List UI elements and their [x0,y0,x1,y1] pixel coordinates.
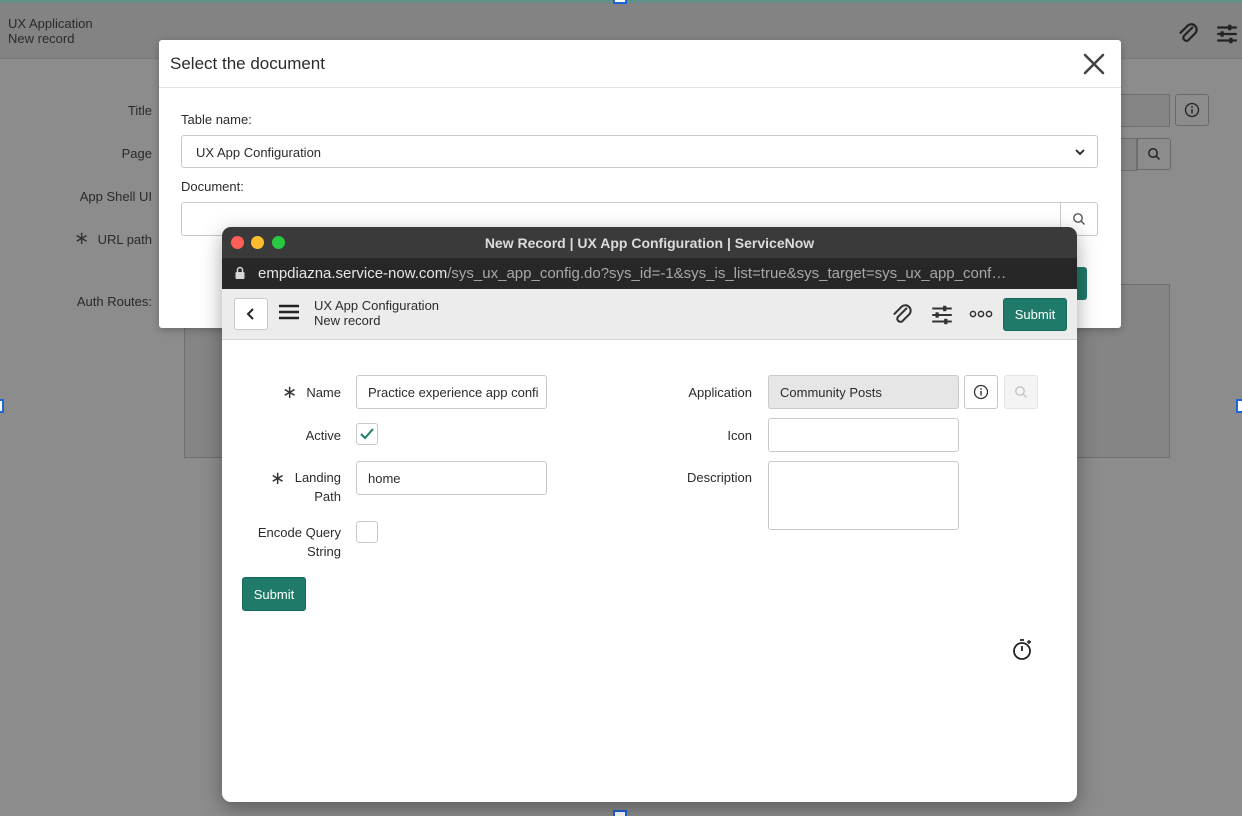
table-name-value: UX App Configuration [196,145,322,160]
selection-handle-bottom [613,810,627,816]
more-options-icon[interactable] [969,309,993,319]
icon-input[interactable] [768,418,959,452]
url-host: empdiazna.service-now.com [258,265,448,282]
landing-path-label-line2: Path [314,489,341,504]
form-body: ∗ Name Practice experience app confi Act… [222,340,1077,802]
checkmark-icon [360,428,374,440]
encode-query-label-line2: String [307,544,341,559]
background-label-page: Page [121,146,152,161]
application-label: Application [688,385,752,400]
application-search-button [1004,375,1038,409]
landing-path-input[interactable]: home [356,461,547,495]
attachment-icon[interactable] [889,302,915,328]
active-checkbox[interactable] [356,423,378,445]
url-path: /sys_ux_app_config.do?sys_id=-1&sys_is_l… [447,265,1007,282]
search-icon [1073,213,1085,225]
background-label-app-shell-ui: App Shell UI [79,189,152,204]
app-header-subtitle: New record [314,313,381,328]
app-header-title-text: UX App Configuration [314,298,440,313]
chevron-down-icon [1075,149,1085,156]
selection-handle-left [0,399,4,413]
table-name-select[interactable]: UX App Configuration [181,135,1098,168]
attachment-icon[interactable] [1175,21,1201,47]
table-name-label: Table name: [181,112,252,127]
application-field: Community Posts [768,375,959,409]
icon-label: Icon [727,428,752,443]
background-app-title: UX Application [8,16,93,31]
chevron-left-icon [246,308,254,320]
name-input[interactable]: Practice experience app confi [356,375,547,409]
background-page-search-button [1137,138,1171,170]
stopwatch-icon[interactable] [1012,637,1034,661]
popup-browser-window: New Record | UX App Configuration | Serv… [222,227,1077,802]
lock-icon [235,266,245,279]
application-info-button[interactable] [964,375,998,409]
search-icon [1148,148,1161,161]
submit-button-header[interactable]: Submit [1003,298,1067,331]
background-label-auth-routes: Auth Routes: [76,294,152,309]
dialog-header: Select the document [159,40,1121,88]
selection-handle-top [613,0,627,4]
background-label-title: Title [127,103,152,118]
search-icon [1015,386,1027,398]
document-label: Document: [181,179,244,194]
app-header: UX App Configuration New record Submit [222,289,1077,340]
app-header-title: UX App Configuration New record [314,298,439,328]
description-textarea[interactable] [768,461,959,530]
dialog-title: Select the document [170,54,325,73]
info-icon [973,384,989,400]
close-icon[interactable] [1081,51,1107,77]
encode-query-label-line1: Encode Query [257,525,341,540]
required-marker-name: ∗ [282,382,298,402]
settings-sliders-icon[interactable] [929,302,955,328]
selection-handle-right [1236,399,1242,413]
back-button[interactable] [234,298,268,330]
window-titlebar: New Record | UX App Configuration | Serv… [222,227,1077,258]
hamburger-menu-icon[interactable] [278,303,300,321]
landing-path-label: Landing Path [282,468,341,506]
background-info-button [1175,94,1209,126]
address-bar[interactable]: empdiazna.service-now.com/sys_ux_app_con… [222,258,1077,289]
landing-path-label-line1: Landing [294,470,341,485]
info-icon [1184,102,1200,118]
url-text: empdiazna.service-now.com/sys_ux_app_con… [258,265,1006,282]
active-label: Active [305,428,341,443]
background-app-subtitle: New record [8,31,75,46]
description-label: Description [686,470,752,485]
name-label: Name [306,385,341,400]
settings-sliders-icon[interactable] [1214,21,1240,47]
window-title: New Record | UX App Configuration | Serv… [484,235,815,251]
encode-query-checkbox[interactable] [356,521,378,543]
submit-button-form[interactable]: Submit [242,577,306,611]
required-marker: ∗ [74,228,90,248]
encode-query-label: Encode Query String [242,523,341,561]
